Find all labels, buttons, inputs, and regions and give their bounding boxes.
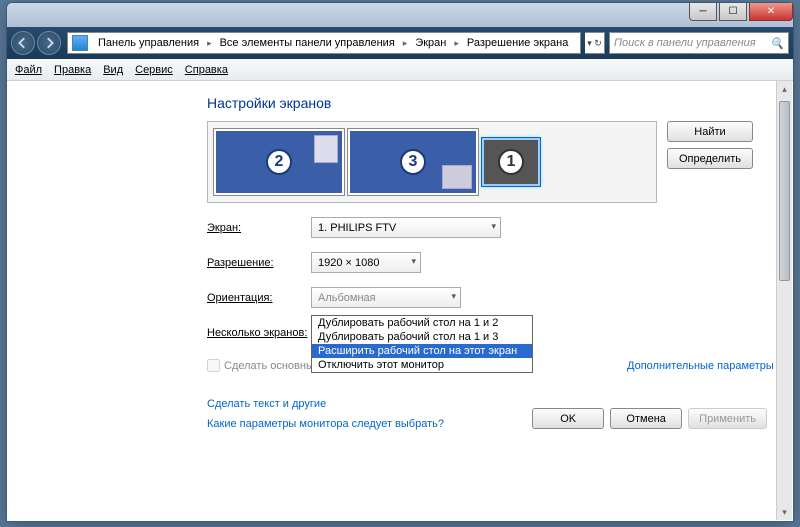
menu-bar: Файл Правка Вид Сервис Справка <box>7 59 793 81</box>
window-controls: ─ ☐ ✕ <box>687 3 793 21</box>
monitor-number: 2 <box>266 149 292 175</box>
chevron-right-icon: ▸ <box>450 38 463 49</box>
nav-back-button[interactable] <box>11 31 35 55</box>
menu-help[interactable]: Справка <box>185 64 228 76</box>
chevron-right-icon: ▸ <box>203 38 216 49</box>
monitor-3[interactable]: 3 <box>348 129 478 195</box>
chevron-right-icon: ▸ <box>399 38 412 49</box>
ok-button[interactable]: OK <box>532 408 604 429</box>
crumb-item[interactable]: Панель управления <box>94 37 203 49</box>
nav-forward-button[interactable] <box>37 31 61 55</box>
screen-dropdown[interactable]: 1. PHILIPS FTV <box>311 217 501 238</box>
apply-button: Применить <box>688 408 767 429</box>
monitor-number: 3 <box>400 149 426 175</box>
scroll-up-icon[interactable]: ▴ <box>777 81 792 97</box>
multi-screen-label: Несколько экранов: <box>207 327 311 339</box>
dialog-buttons: OK Отмена Применить <box>532 408 767 429</box>
refresh-button[interactable]: ▾ ↻ <box>585 32 605 54</box>
dropdown-option[interactable]: Дублировать рабочий стол на 1 и 2 <box>312 316 532 330</box>
menu-file[interactable]: Файл <box>15 64 42 76</box>
scroll-down-icon[interactable]: ▾ <box>777 504 792 520</box>
close-button[interactable]: ✕ <box>749 3 793 21</box>
resolution-label: Разрешение: <box>207 257 311 269</box>
minimize-button[interactable]: ─ <box>689 3 717 21</box>
dropdown-option[interactable]: Отключить этот монитор <box>312 358 532 372</box>
find-button[interactable]: Найти <box>667 121 753 142</box>
crumb-item[interactable]: Экран <box>411 37 450 49</box>
window-decoration <box>314 135 338 163</box>
search-input[interactable]: Поиск в панели управления 🔍 <box>609 32 789 54</box>
advanced-settings-link[interactable]: Дополнительные параметры <box>627 360 774 372</box>
breadcrumb-bar[interactable]: Панель управления▸ Все элементы панели у… <box>67 32 581 54</box>
monitor-arrangement[interactable]: 2 3 1 <box>207 121 657 203</box>
search-icon: 🔍 <box>770 37 784 50</box>
monitor-number: 1 <box>498 149 524 175</box>
detect-button[interactable]: Определить <box>667 148 753 169</box>
monitor-2[interactable]: 2 <box>214 129 344 195</box>
crumb-item[interactable]: Разрешение экрана <box>463 37 572 49</box>
screen-label: Экран: <box>207 222 311 234</box>
primary-label: Сделать основным <box>224 360 321 372</box>
vertical-scrollbar[interactable]: ▴ ▾ <box>776 81 792 520</box>
scrollbar-thumb[interactable] <box>779 101 790 281</box>
content-area: Настройки экранов 2 3 1 Найти Определить… <box>7 81 793 430</box>
orientation-dropdown[interactable]: Альбомная <box>311 287 461 308</box>
menu-edit[interactable]: Правка <box>54 64 91 76</box>
primary-checkbox <box>207 359 220 372</box>
side-buttons: Найти Определить <box>667 121 753 169</box>
orientation-label: Ориентация: <box>207 292 311 304</box>
search-placeholder: Поиск в панели управления <box>614 37 756 49</box>
control-panel-icon <box>72 35 88 51</box>
menu-tools[interactable]: Сервис <box>135 64 173 76</box>
crumb-item[interactable]: Все элементы панели управления <box>216 37 399 49</box>
titlebar[interactable]: ─ ☐ ✕ <box>7 3 793 27</box>
page-title: Настройки экранов <box>207 95 793 111</box>
dropdown-option[interactable]: Дублировать рабочий стол на 1 и 3 <box>312 330 532 344</box>
menu-view[interactable]: Вид <box>103 64 123 76</box>
dropdown-option-selected[interactable]: Расширить рабочий стол на этот экран <box>312 344 532 358</box>
resolution-dropdown[interactable]: 1920 × 1080 <box>311 252 421 273</box>
monitor-1-selected[interactable]: 1 <box>482 138 540 186</box>
cancel-button[interactable]: Отмена <box>610 408 682 429</box>
multi-screen-dropdown-list[interactable]: Дублировать рабочий стол на 1 и 2 Дублир… <box>311 315 533 373</box>
maximize-button[interactable]: ☐ <box>719 3 747 21</box>
window: ─ ☐ ✕ Панель управления▸ Все элементы па… <box>6 2 794 522</box>
window-decoration <box>442 165 472 189</box>
nav-bar: Панель управления▸ Все элементы панели у… <box>7 27 793 59</box>
